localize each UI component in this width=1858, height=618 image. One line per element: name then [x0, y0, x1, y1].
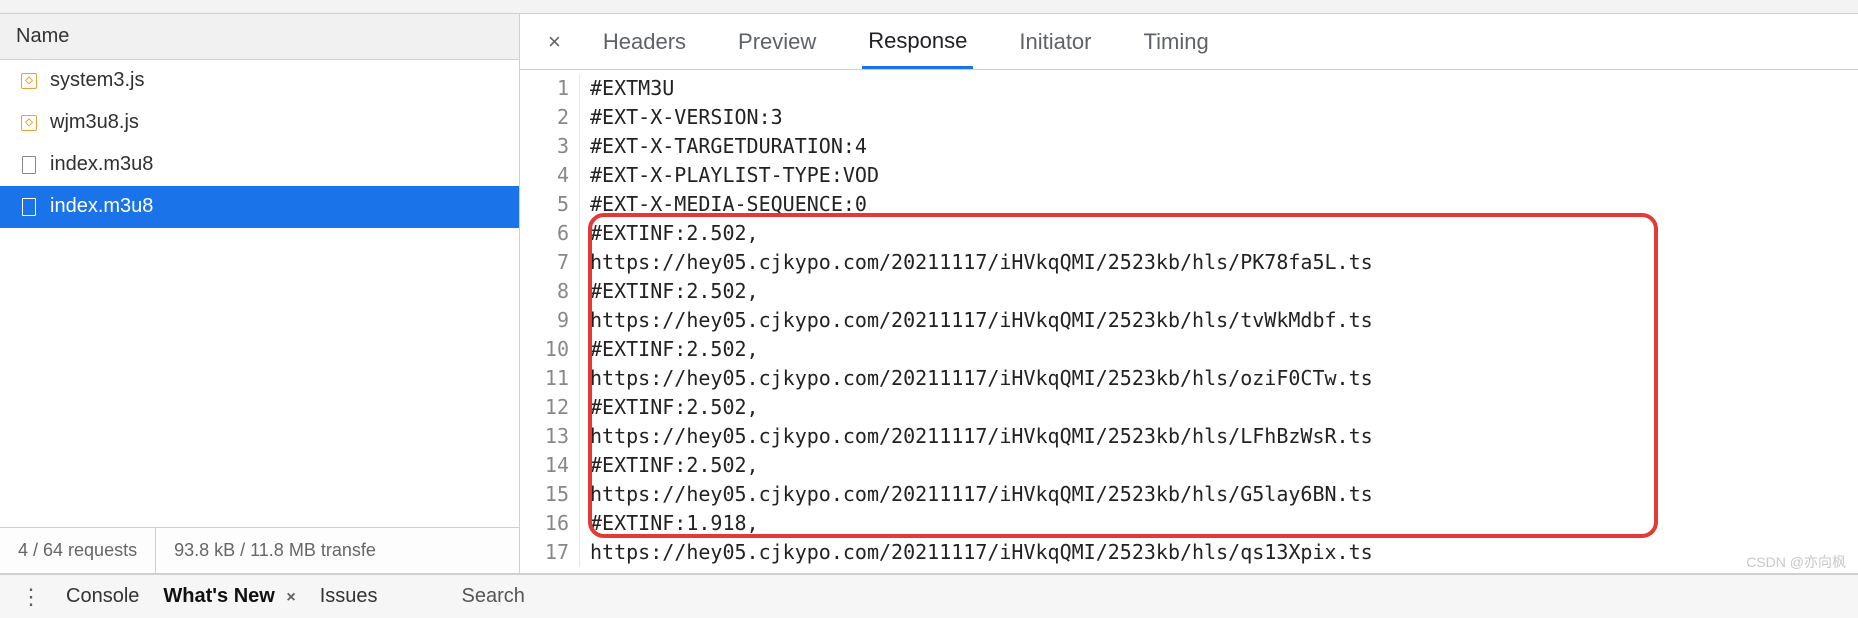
file-name-label: wjm3u8.js [50, 111, 139, 134]
file-row[interactable]: index.m3u8 [0, 144, 519, 186]
tab-response[interactable]: Response [862, 16, 973, 69]
code-text: #EXTM3U [580, 74, 674, 103]
code-line: 8#EXTINF:2.502, [520, 277, 1858, 306]
line-number: 10 [520, 335, 580, 364]
code-text: #EXTINF:2.502, [580, 451, 759, 480]
watermark: CSDN @亦向枫 [1746, 552, 1846, 572]
code-text: #EXT-X-PLAYLIST-TYPE:VOD [580, 161, 879, 190]
code-line: 14#EXTINF:2.502, [520, 451, 1858, 480]
close-icon[interactable]: × [286, 589, 295, 606]
code-line: 6#EXTINF:2.502, [520, 219, 1858, 248]
file-name-label: system3.js [50, 69, 144, 92]
code-line: 13https://hey05.cjkypo.com/20211117/iHVk… [520, 422, 1858, 451]
line-number: 17 [520, 538, 580, 567]
code-line: 12#EXTINF:2.502, [520, 393, 1858, 422]
code-line: 17https://hey05.cjkypo.com/20211117/iHVk… [520, 538, 1858, 567]
code-line: 11https://hey05.cjkypo.com/20211117/iHVk… [520, 364, 1858, 393]
transfer-size: 93.8 kB / 11.8 MB transfe [156, 528, 394, 573]
tab-headers[interactable]: Headers [597, 17, 692, 67]
code-text: https://hey05.cjkypo.com/20211117/iHVkqQ… [580, 480, 1373, 509]
code-line: 3#EXT-X-TARGETDURATION:4 [520, 132, 1858, 161]
line-number: 13 [520, 422, 580, 451]
drawer-tab-whatsnew-label: What's New [163, 585, 274, 607]
name-column-header[interactable]: Name [0, 14, 519, 60]
code-text: #EXTINF:1.918, [580, 509, 759, 538]
code-line: 4#EXT-X-PLAYLIST-TYPE:VOD [520, 161, 1858, 190]
code-text: https://hey05.cjkypo.com/20211117/iHVkqQ… [580, 248, 1373, 277]
file-name-label: index.m3u8 [50, 195, 153, 218]
line-number: 15 [520, 480, 580, 509]
code-text: #EXT-X-VERSION:3 [580, 103, 783, 132]
file-list: ◇ system3.js ◇ wjm3u8.js index.m3u8 index.m3u… [0, 60, 519, 527]
file-row[interactable]: index.m3u8 [0, 186, 519, 228]
line-number: 6 [520, 219, 580, 248]
tab-timing[interactable]: Timing [1138, 17, 1215, 67]
file-name-label: index.m3u8 [50, 153, 153, 176]
line-number: 2 [520, 103, 580, 132]
code-line: 5#EXT-X-MEDIA-SEQUENCE:0 [520, 190, 1858, 219]
code-line: 7https://hey05.cjkypo.com/20211117/iHVkq… [520, 248, 1858, 277]
drawer-tab-console[interactable]: Console [66, 585, 139, 608]
code-text: #EXTINF:2.502, [580, 277, 759, 306]
code-line: 10#EXTINF:2.502, [520, 335, 1858, 364]
line-number: 14 [520, 451, 580, 480]
network-request-list-panel: Name ◇ system3.js ◇ wjm3u8.js index.m3u8 inde… [0, 14, 520, 573]
code-text: #EXTINF:2.502, [580, 335, 759, 364]
file-row[interactable]: ◇ wjm3u8.js [0, 102, 519, 144]
code-line: 1#EXTM3U [520, 74, 1858, 103]
detail-tabs: × Headers Preview Response Initiator Timing [520, 14, 1858, 70]
drawer-tab-search[interactable]: Search [462, 585, 525, 608]
document-file-icon [20, 198, 38, 216]
close-icon[interactable]: × [540, 27, 569, 57]
code-text: #EXT-X-MEDIA-SEQUENCE:0 [580, 190, 867, 219]
line-number: 4 [520, 161, 580, 190]
drawer-tab-issues[interactable]: Issues [320, 585, 378, 608]
line-number: 1 [520, 74, 580, 103]
line-number: 16 [520, 509, 580, 538]
line-number: 8 [520, 277, 580, 306]
code-text: https://hey05.cjkypo.com/20211117/iHVkqQ… [580, 422, 1373, 451]
code-text: https://hey05.cjkypo.com/20211117/iHVkqQ… [580, 538, 1373, 567]
response-body[interactable]: 1#EXTM3U2#EXT-X-VERSION:33#EXT-X-TARGETD… [520, 70, 1858, 573]
line-number: 11 [520, 364, 580, 393]
code-line: 2#EXT-X-VERSION:3 [520, 103, 1858, 132]
js-file-icon: ◇ [20, 114, 38, 132]
line-number: 12 [520, 393, 580, 422]
requests-count: 4 / 64 requests [0, 528, 156, 573]
js-file-icon: ◇ [20, 72, 38, 90]
tab-preview[interactable]: Preview [732, 17, 822, 67]
line-number: 9 [520, 306, 580, 335]
line-number: 5 [520, 190, 580, 219]
kebab-menu-icon[interactable]: ⋮ [20, 586, 42, 608]
document-file-icon [20, 156, 38, 174]
top-strip [0, 0, 1858, 14]
code-text: #EXTINF:2.502, [580, 219, 759, 248]
code-text: https://hey05.cjkypo.com/20211117/iHVkqQ… [580, 306, 1373, 335]
response-detail-panel: × HeadersPreviewResponseInitiatorTiming … [520, 14, 1858, 573]
code-text: #EXT-X-TARGETDURATION:4 [580, 132, 867, 161]
code-text: https://hey05.cjkypo.com/20211117/iHVkqQ… [580, 364, 1373, 393]
drawer-tabs: ⋮ Console What's New × Issues Search [0, 574, 1858, 618]
request-summary-bar: 4 / 64 requests 93.8 kB / 11.8 MB transf… [0, 527, 519, 573]
code-text: #EXTINF:2.502, [580, 393, 759, 422]
line-number: 7 [520, 248, 580, 277]
code-line: 15https://hey05.cjkypo.com/20211117/iHVk… [520, 480, 1858, 509]
drawer-tab-whatsnew[interactable]: What's New × [163, 585, 295, 608]
main-area: Name ◇ system3.js ◇ wjm3u8.js index.m3u8 inde… [0, 14, 1858, 574]
file-row[interactable]: ◇ system3.js [0, 60, 519, 102]
line-number: 3 [520, 132, 580, 161]
code-line: 9https://hey05.cjkypo.com/20211117/iHVkq… [520, 306, 1858, 335]
tab-initiator[interactable]: Initiator [1013, 17, 1097, 67]
code-line: 16#EXTINF:1.918, [520, 509, 1858, 538]
